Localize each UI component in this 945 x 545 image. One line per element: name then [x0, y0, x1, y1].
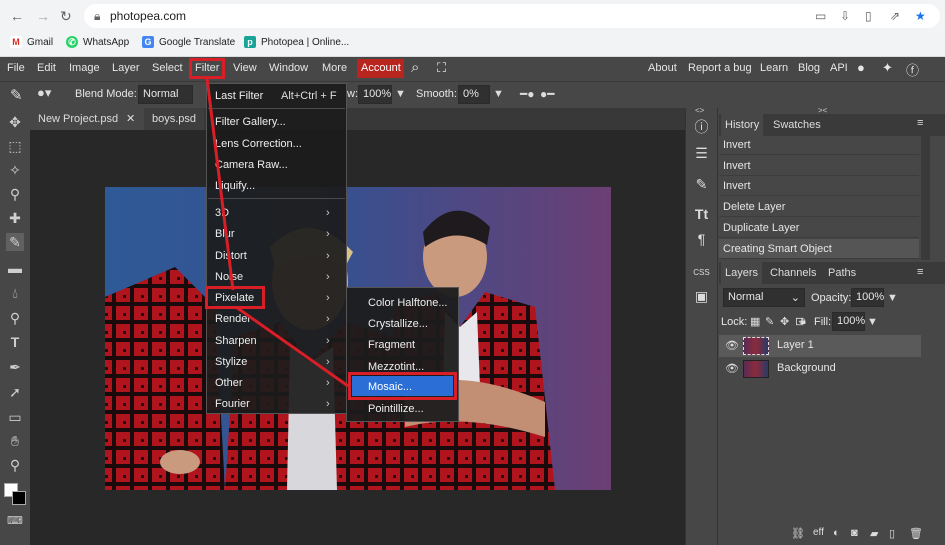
annotation-arrow-line [205, 77, 235, 291]
annotation-arrow-line [235, 305, 349, 388]
annotation-arrows [205, 77, 349, 388]
